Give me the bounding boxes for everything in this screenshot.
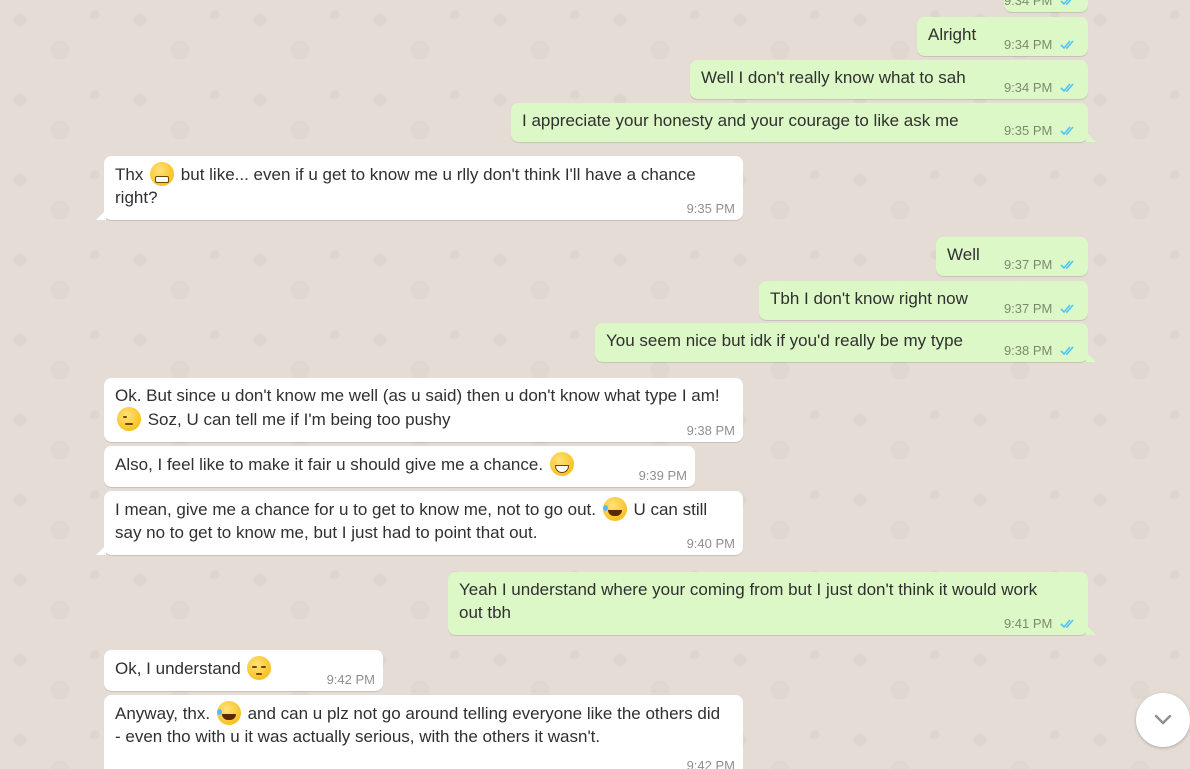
bubble-tail [96,210,106,220]
message-text: Tbh I don't know right now [770,289,968,308]
tears-of-joy-emoji [216,701,241,725]
message-time: 9:38 PM [686,423,735,438]
message-text: Well [947,245,980,264]
message-outgoing[interactable]: Alright 9:34 PM [917,17,1088,56]
pensive-face-emoji [247,656,272,680]
message-meta: 9:37 PM [1004,257,1078,272]
message-outgoing[interactable]: Well I don't really know what to sah 9:3… [690,60,1088,99]
message-time: 9:37 PM [1003,257,1053,272]
message-text-before: Ok, I understand [115,659,246,678]
message-meta: 9:34 PM [1004,0,1078,8]
double-check-icon [1060,260,1074,270]
message-text: You seem nice but idk if you'd really be… [606,331,963,350]
message-meta: 9:37 PM [1004,301,1078,316]
message-time: 9:35 PM [1003,123,1053,138]
double-check-icon [1060,126,1074,136]
double-check-icon [1060,304,1074,314]
double-check-icon [1060,346,1074,356]
message-meta: 9:34 PM [1004,37,1078,52]
bubble-tail [96,545,106,555]
message-time: 9:34 PM [1003,0,1053,8]
message-text: I appreciate your honesty and your coura… [522,111,959,130]
message-text: Well I don't really know what to sah [701,68,966,87]
bubble-tail [1086,132,1096,142]
message-outgoing[interactable]: Well 9:37 PM [936,237,1088,276]
message-text-before: Thx [115,165,149,184]
message-incoming[interactable]: Ok. But since u don't know me well (as u… [104,378,743,442]
message-outgoing[interactable]: I appreciate your honesty and your coura… [511,103,1096,142]
chevron-down-icon [1154,714,1172,725]
message-text: Yeah I understand where your coming from… [459,580,1042,622]
message-text-after: but like... even if u get to know me u r… [115,165,701,207]
message-time: 9:39 PM [638,468,687,483]
grimacing-face-emoji [150,162,175,186]
grinning-face-emoji [549,452,574,476]
double-check-icon [1060,83,1074,93]
message-meta: 9:38 PM [1004,343,1078,358]
message-text-before: Also, I feel like to make it fair u shou… [115,455,548,474]
message-incoming[interactable]: Anyway, thx. and can u plz not go around… [104,695,743,769]
message-incoming[interactable]: Thx but like... even if u get to know me… [96,156,743,220]
chat-panel: 9:34 PM Alright 9:34 PM Well I don't rea… [0,0,1190,769]
message-text-after: Soz, U can tell me if I'm being too push… [143,410,451,429]
message-meta: 9:34 PM [1004,80,1078,95]
double-check-icon [1060,619,1074,629]
message-outgoing[interactable]: Yeah I understand where your coming from… [448,572,1096,635]
message-outgoing[interactable]: Tbh I don't know right now 9:37 PM [759,281,1088,320]
message-text-before: Anyway, thx. [115,704,215,723]
message-text: Alright [928,25,977,44]
message-time: 9:38 PM [1003,343,1053,358]
bubble-tail [1086,352,1096,362]
message-incoming[interactable]: I mean, give me a chance for u to get to… [96,491,743,555]
message-time: 9:41 PM [1003,616,1053,631]
message-time: 9:42 PM [686,758,735,769]
message-time: 9:40 PM [686,536,735,551]
message-meta: 9:41 PM [1004,616,1078,631]
message-time: 9:35 PM [686,201,735,216]
message-text-before: Ok. But since u don't know me well (as u… [115,386,725,405]
bubble-tail [1086,625,1096,635]
message-meta: 9:35 PM [1004,123,1078,138]
message-time: 9:42 PM [326,672,375,687]
message-text-before: I mean, give me a chance for u to get to… [115,500,601,519]
scroll-to-bottom-button[interactable] [1136,693,1190,747]
message-time: 9:34 PM [1003,37,1053,52]
double-check-icon [1060,0,1072,6]
relieved-face-emoji [117,407,141,431]
double-check-icon [1060,40,1074,50]
message-outgoing[interactable]: You seem nice but idk if you'd really be… [595,323,1096,362]
message-incoming[interactable]: Ok, I understand 9:42 PM [104,650,383,691]
message-incoming[interactable]: Also, I feel like to make it fair u shou… [104,446,695,487]
message-outgoing[interactable]: 9:34 PM [1004,0,1088,12]
tears-of-joy-emoji [602,497,627,521]
message-time: 9:37 PM [1003,301,1053,316]
message-time: 9:34 PM [1003,80,1053,95]
